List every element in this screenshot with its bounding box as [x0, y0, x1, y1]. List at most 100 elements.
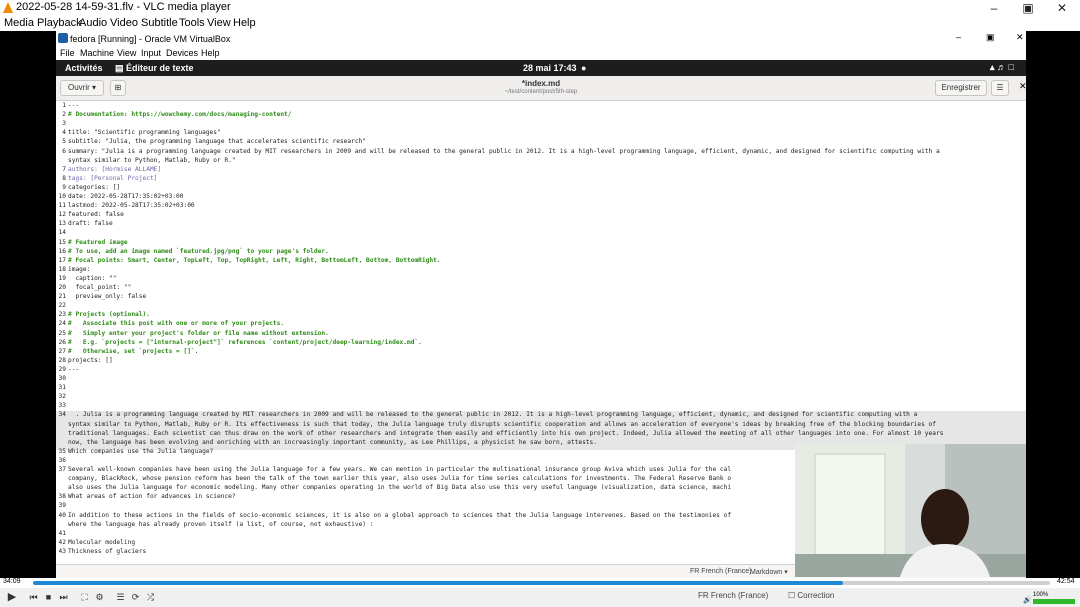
vbox-window-title: fedora [Running] - Oracle VM VirtualBox — [70, 34, 231, 44]
editor-line: --- — [68, 365, 80, 373]
line-number: 11 — [58, 202, 66, 210]
editor-line: featured: false — [68, 211, 124, 219]
language-selector[interactable]: Markdown ▾ — [750, 568, 788, 576]
video-letterbox-left — [0, 31, 56, 578]
stop-icon[interactable]: ■ — [42, 590, 55, 604]
gnome-top-bar: Activités ▤ Éditeur de texte 28 mai 17:4… — [56, 60, 1026, 76]
line-number: 31 — [58, 384, 66, 392]
line-number: 20 — [58, 284, 66, 291]
system-status-icon[interactable]: ▴ ♬ □ — [990, 62, 1014, 73]
line-number: 5 — [62, 138, 66, 146]
open-button[interactable]: Ouvrir ▾ — [60, 80, 104, 96]
line-number: 27 — [58, 347, 66, 355]
menu-help[interactable]: Help — [233, 17, 256, 29]
line-number: 38 — [58, 493, 66, 501]
vlc-seekbar-area: 34:09 42:54 — [0, 578, 1080, 588]
line-number: 41 — [58, 529, 66, 537]
editor-line: syntax similar to Python, Matlab, Ruby o… — [68, 420, 936, 428]
vbox-menu-devices[interactable]: Devices — [166, 48, 198, 58]
menu-tools[interactable]: Tools — [179, 17, 205, 29]
webcam-person-image — [795, 444, 1026, 577]
vlc-titlebar: 2022-05-28 14-59-31.flv - VLC media play… — [0, 0, 1080, 16]
menu-audio[interactable]: Audio — [79, 17, 107, 29]
editor-line: summary: "Julia is a programming languag… — [68, 147, 940, 155]
volume-slider[interactable] — [1033, 599, 1075, 604]
vbox-menu-machine[interactable]: Machine — [80, 48, 114, 58]
line-number: 2 — [62, 111, 66, 119]
vlc-menubar: Media Playback Audio Video Subtitle Tool… — [0, 16, 1080, 31]
gedit-close-icon[interactable]: ✕ — [1019, 81, 1026, 92]
editor-line: company, BlackRock, whose pension reform… — [68, 475, 732, 483]
play-icon[interactable]: ▶ — [5, 590, 19, 604]
previous-icon[interactable]: ⏮ — [27, 590, 40, 604]
volume-icon[interactable]: 🔊 — [1023, 596, 1032, 604]
seek-slider[interactable] — [33, 581, 1050, 585]
editor-line: Which companies use the Julia language? — [68, 447, 214, 455]
app-menu[interactable]: ▤ Éditeur de texte — [115, 63, 194, 74]
editor-line: Thickness of glaciers — [68, 547, 147, 555]
vbox-menubar: File Machine View Input Devices Help — [56, 46, 1026, 60]
close-icon[interactable]: ✕ — [1047, 0, 1077, 16]
editor-line: # Associate this post with one or more o… — [68, 320, 285, 328]
fullscreen-icon[interactable]: ⛶ — [78, 590, 91, 604]
line-number: 40 — [58, 511, 66, 519]
maximize-icon[interactable]: ▣ — [1013, 0, 1043, 16]
hamburger-menu-icon[interactable]: ☰ — [991, 80, 1009, 96]
activities-button[interactable]: Activités — [65, 63, 103, 73]
editor-line: image: — [68, 265, 91, 273]
line-number: 3 — [62, 120, 66, 128]
editor-line: # Projects (optional). — [68, 311, 150, 319]
new-tab-icon[interactable]: ⊞ — [110, 80, 126, 96]
gedit-headerbar: Ouvrir ▾ ⊞ *index.md ~/test/content/post… — [56, 76, 1026, 101]
line-number: 1 — [62, 102, 66, 109]
playlist-icon[interactable]: ☰ — [114, 590, 127, 604]
menu-playback[interactable]: Playback — [37, 17, 82, 29]
shuffle-icon[interactable]: ⤮ — [144, 590, 157, 604]
menu-video[interactable]: Video — [110, 17, 138, 29]
vbox-minimize-icon[interactable]: – — [956, 32, 961, 42]
extended-settings-icon[interactable]: ⚙ — [93, 590, 106, 604]
editor-line: Several well-known companies have been u… — [68, 466, 732, 473]
line-number: 9 — [62, 183, 66, 191]
webcam-overlay — [795, 444, 1026, 577]
elapsed-time: 34:09 — [3, 578, 21, 585]
line-number: 7 — [62, 165, 66, 173]
line-number: 23 — [58, 311, 66, 319]
next-icon[interactable]: ⏭ — [57, 590, 70, 604]
line-number: 43 — [58, 547, 66, 555]
loop-icon[interactable]: ⟳ — [129, 590, 142, 604]
vbox-menu-help[interactable]: Help — [201, 48, 220, 58]
line-number: 22 — [58, 302, 66, 310]
vbox-menu-input[interactable]: Input — [141, 48, 161, 58]
editor-line: syntax similar to Python, Matlab, Ruby o… — [68, 156, 236, 164]
menu-view[interactable]: View — [207, 17, 231, 29]
minimize-icon[interactable]: – — [979, 0, 1009, 16]
line-number: 26 — [58, 338, 66, 346]
line-number: 39 — [58, 502, 66, 510]
vbox-close-icon[interactable]: ✕ — [1016, 32, 1024, 43]
clock[interactable]: 28 mai 17:43 — [523, 63, 577, 73]
vbox-menu-file[interactable]: File — [60, 48, 75, 58]
editor-line: projects: [] — [68, 356, 113, 364]
save-button[interactable]: Enregistrer — [935, 80, 987, 96]
vbox-maximize-icon[interactable]: ▣ — [986, 32, 995, 43]
notification-dot-icon: ● — [581, 63, 587, 73]
editor-line: tags: [Personal Project] — [68, 174, 158, 182]
editor-line: # Documentation: https://wowchemy.com/do… — [68, 111, 292, 119]
vlc-window-title: 2022-05-28 14-59-31.flv - VLC media play… — [16, 1, 231, 13]
menu-subtitle[interactable]: Subtitle — [141, 17, 178, 29]
editor-line: # Focal points: Smart, Center, TopLeft, … — [68, 256, 441, 264]
line-number: 30 — [58, 375, 66, 382]
volume-percent: 100% — [1033, 592, 1049, 598]
editor-line: preview_only: false — [68, 293, 147, 301]
vbox-menu-view[interactable]: View — [117, 48, 136, 58]
vlc-controls: ▶ ⏮ ■ ⏭ ⛶ ⚙ ☰ ⟳ ⤮ FR French (France) ☐ C… — [0, 588, 1080, 607]
menu-media[interactable]: Media — [4, 17, 34, 29]
editor-line: draft: false — [68, 220, 113, 228]
open-button-label: Ouvrir — [67, 83, 90, 92]
line-number: 29 — [58, 365, 66, 373]
line-number: 33 — [58, 402, 66, 410]
editor-line: subtitle: "Julia, the programming langua… — [68, 138, 367, 146]
editor-line: title: "Scientific programming languages… — [68, 129, 221, 137]
line-number: 10 — [58, 193, 66, 200]
